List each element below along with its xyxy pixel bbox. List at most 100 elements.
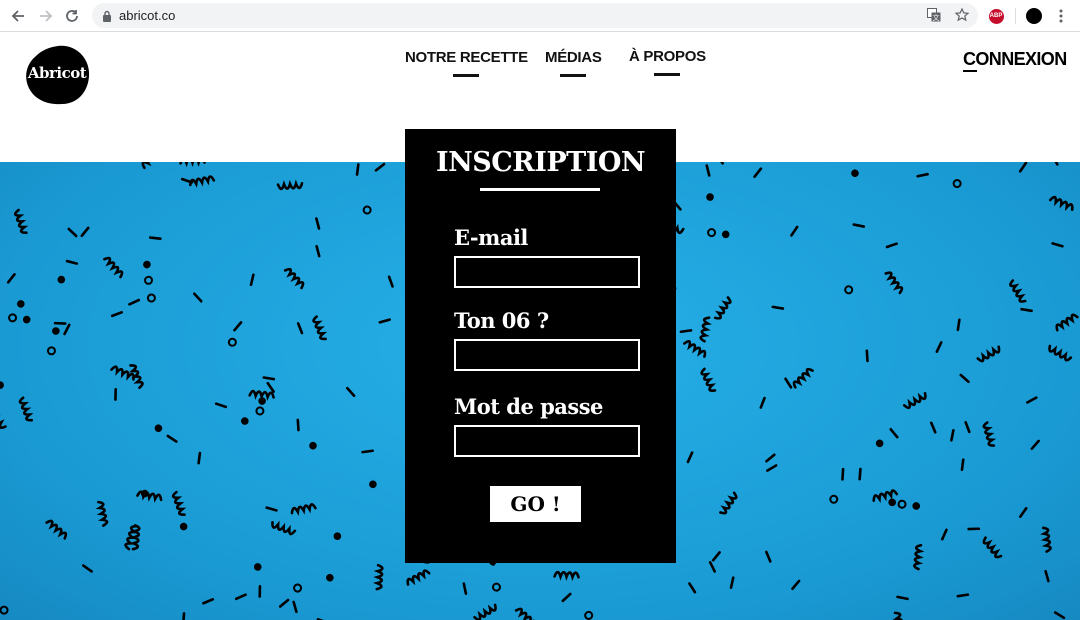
pattern-squiggle bbox=[766, 464, 778, 472]
pattern-squiggle bbox=[283, 267, 305, 290]
pattern-squiggle bbox=[171, 490, 187, 516]
submit-button[interactable]: GO ! bbox=[490, 486, 581, 522]
pattern-squiggle bbox=[884, 271, 904, 295]
pattern-squiggle bbox=[514, 607, 537, 620]
pattern-squiggle bbox=[700, 367, 717, 392]
pattern-squiggle bbox=[227, 337, 237, 347]
login-link[interactable]: CONNEXION bbox=[963, 49, 1067, 72]
pattern-squiggle bbox=[406, 569, 431, 586]
pattern-squiggle bbox=[80, 226, 90, 238]
pattern-squiggle bbox=[1051, 242, 1064, 248]
pattern-squiggle bbox=[0, 381, 4, 389]
pattern-squiggle bbox=[699, 316, 712, 343]
pattern-squiggle bbox=[292, 600, 298, 614]
pattern-squiggle bbox=[374, 162, 386, 172]
pattern-squiggle bbox=[1018, 162, 1028, 173]
adblock-icon[interactable]: ABP bbox=[986, 6, 1006, 26]
forward-icon[interactable] bbox=[36, 6, 56, 26]
pattern-squiggle bbox=[889, 428, 899, 439]
nav-medias[interactable]: MÉDIAS bbox=[545, 49, 602, 79]
phone-field[interactable] bbox=[454, 339, 640, 371]
pattern-squiggle bbox=[114, 388, 117, 401]
pattern-squiggle bbox=[312, 315, 328, 341]
pattern-squiggle bbox=[309, 441, 317, 450]
browser-toolbar: abricot.co 文 ABP bbox=[0, 0, 1080, 32]
pattern-squiggle bbox=[790, 225, 799, 237]
pattern-squiggle bbox=[896, 595, 909, 601]
translate-icon[interactable]: 文 bbox=[924, 5, 944, 25]
pattern-squiggle bbox=[902, 392, 927, 410]
pattern-squiggle bbox=[916, 172, 929, 178]
pattern-squiggle bbox=[885, 242, 898, 249]
nav-a-propos[interactable]: À PROPOS bbox=[629, 48, 706, 78]
pattern-squiggle bbox=[686, 451, 694, 464]
pattern-squiggle bbox=[143, 260, 151, 269]
pattern-squiggle bbox=[16, 300, 25, 308]
reload-icon[interactable] bbox=[62, 6, 82, 26]
pattern-squiggle bbox=[682, 339, 707, 358]
pattern-squiggle bbox=[584, 610, 594, 620]
pattern-squiggle bbox=[1044, 569, 1050, 583]
pattern-squiggle bbox=[378, 318, 391, 324]
pattern-squiggle bbox=[1040, 526, 1052, 553]
pattern-squiggle bbox=[858, 467, 862, 481]
pattern-squiggle bbox=[188, 175, 216, 188]
pattern-squiggle bbox=[706, 193, 714, 201]
profile-icon[interactable] bbox=[1024, 6, 1044, 26]
lock-icon bbox=[102, 9, 112, 27]
pattern-squiggle bbox=[52, 327, 60, 335]
pattern-squiggle bbox=[976, 345, 1001, 363]
pattern-squiggle bbox=[266, 381, 275, 393]
pattern-squiggle bbox=[372, 563, 384, 591]
pattern-squiggle bbox=[1030, 439, 1040, 450]
pattern-squiggle bbox=[234, 593, 247, 601]
pattern-squiggle bbox=[278, 598, 290, 608]
nav-notre-recette[interactable]: NOTRE RECETTE bbox=[405, 49, 528, 79]
pattern-squiggle bbox=[180, 177, 194, 184]
pattern-squiggle bbox=[841, 467, 845, 481]
pattern-squiggle bbox=[967, 527, 981, 531]
star-icon[interactable] bbox=[952, 5, 972, 25]
pattern-squiggle bbox=[473, 603, 497, 620]
pattern-squiggle bbox=[45, 519, 68, 540]
pattern-squiggle bbox=[8, 313, 18, 323]
pattern-squiggle bbox=[875, 439, 884, 448]
email-label: E-mail bbox=[454, 225, 528, 250]
adblock-label: ABP bbox=[988, 8, 1004, 24]
svg-text:文: 文 bbox=[933, 13, 940, 22]
pattern-squiggle bbox=[791, 579, 801, 591]
pattern-squiggle bbox=[844, 285, 854, 295]
pattern-squiggle bbox=[333, 532, 342, 540]
pattern-squiggle bbox=[355, 163, 360, 176]
email-field[interactable] bbox=[454, 256, 640, 288]
pattern-squiggle bbox=[940, 528, 948, 541]
pattern-squiggle bbox=[759, 396, 766, 409]
toolbar-divider bbox=[1015, 8, 1016, 24]
abricot-logo[interactable]: Abricot bbox=[22, 44, 92, 106]
back-icon[interactable] bbox=[8, 6, 28, 26]
signup-form: INSCRIPTION E-mail Ton 06 ? Mot de passe… bbox=[405, 129, 676, 563]
pattern-squiggle bbox=[561, 592, 572, 603]
nav-label: NOTRE RECETTE bbox=[405, 49, 528, 66]
nav-underline bbox=[654, 73, 681, 76]
pattern-squiggle bbox=[713, 296, 732, 320]
pattern-squiggle bbox=[952, 179, 962, 189]
pattern-squiggle bbox=[771, 305, 785, 310]
address-bar[interactable]: abricot.co 文 bbox=[92, 3, 978, 28]
pattern-squiggle bbox=[959, 373, 970, 384]
title-underline bbox=[480, 188, 600, 191]
password-field[interactable] bbox=[454, 425, 640, 457]
pattern-squiggle bbox=[888, 498, 896, 507]
pattern-squiggle bbox=[1048, 344, 1073, 362]
pattern-squiggle bbox=[1026, 396, 1038, 404]
login-label: CONNEXION bbox=[963, 49, 1067, 69]
pattern-squiggle bbox=[1020, 307, 1033, 313]
menu-icon[interactable] bbox=[1051, 6, 1071, 26]
nav-underline bbox=[453, 74, 480, 77]
pattern-squiggle bbox=[964, 421, 971, 434]
pattern-squiggle bbox=[110, 365, 135, 381]
pattern-squiggle bbox=[146, 293, 156, 303]
pattern-squiggle bbox=[65, 259, 79, 265]
pattern-squiggle bbox=[960, 458, 965, 472]
pattern-squiggle bbox=[362, 205, 372, 215]
